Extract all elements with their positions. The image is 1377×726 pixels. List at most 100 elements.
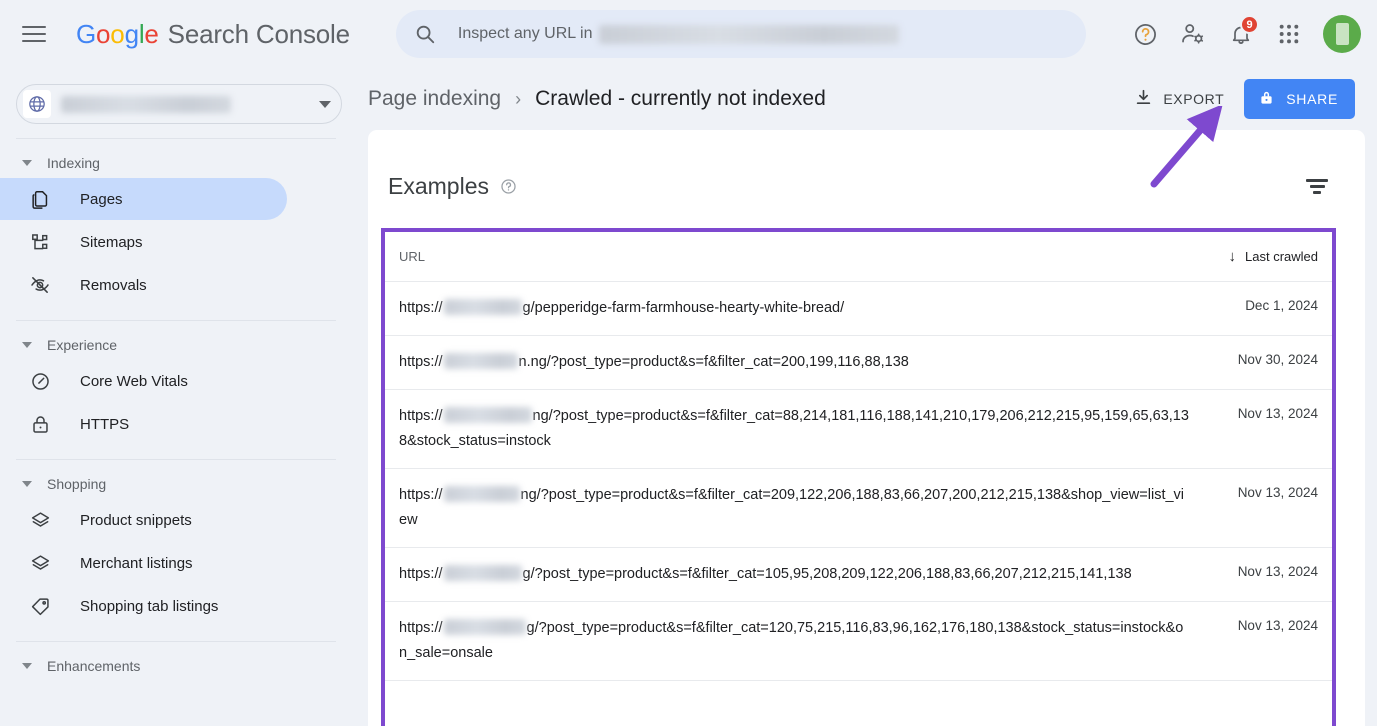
sidebar-group-label: Experience [47, 337, 118, 353]
page-header: Page indexing › Crawled - currently not … [360, 68, 1365, 130]
chevron-down-icon [22, 663, 32, 669]
sidebar-item-merchant-listings[interactable]: Merchant listings [0, 542, 287, 584]
sidebar-item-shopping-tab-listings[interactable]: Shopping tab listings [0, 585, 287, 627]
layers-icon [28, 508, 52, 532]
column-header-last-crawled[interactable]: ↓ Last crawled [1229, 248, 1318, 265]
help-circle-icon[interactable] [500, 178, 517, 195]
cell-last-crawled: Dec 1, 2024 [1245, 298, 1318, 313]
export-button[interactable]: EXPORT [1124, 80, 1234, 118]
sidebar-group-experience[interactable]: Experience [0, 331, 360, 359]
search-input[interactable]: Inspect any URL in [395, 10, 1086, 58]
sidebar-group-label: Enhancements [47, 658, 141, 674]
breadcrumb-separator: › [515, 88, 522, 109]
hamburger-menu-icon[interactable] [22, 18, 54, 50]
column-header-label: Last crawled [1245, 249, 1318, 264]
tag-icon [28, 594, 52, 618]
url-path: g/?post_type=product&s=f&filter_cat=105,… [522, 566, 1132, 582]
sidebar-item-core-web-vitals[interactable]: Core Web Vitals [0, 360, 287, 402]
search-placeholder-text: Inspect any URL in [457, 25, 593, 42]
divider [16, 138, 336, 139]
table-row[interactable]: https://g/?post_type=product&s=f&filter_… [385, 602, 1332, 681]
column-header-url[interactable]: URL [399, 249, 425, 264]
sidebar-item-sitemaps[interactable]: Sitemaps [0, 221, 287, 263]
notification-badge: 9 [1240, 15, 1259, 34]
redacted-domain [443, 486, 520, 502]
sidebar-item-removals[interactable]: Removals [0, 264, 287, 306]
logo-letter: o [96, 18, 111, 49]
avatar[interactable] [1323, 15, 1361, 53]
help-circle-icon[interactable] [1123, 12, 1167, 56]
url-path: g/pepperidge-farm-farmhouse-hearty-white… [522, 300, 845, 316]
cell-url[interactable]: https://ng/?post_type=product&s=f&filter… [399, 390, 1189, 468]
sidebar-item-pages[interactable]: Pages [0, 178, 287, 220]
logo-letter: G [76, 18, 97, 49]
examples-title: Examples [388, 172, 489, 199]
apps-grid-icon[interactable] [1267, 12, 1311, 56]
examples-card-header: Examples [368, 130, 1365, 208]
main-content: Page indexing › Crawled - currently not … [360, 68, 1377, 726]
product-name: Search Console [167, 18, 350, 49]
top-app-bar: Google Search Console Inspect any URL in [0, 0, 1377, 68]
property-selector[interactable] [16, 84, 342, 124]
page-title: Crawled - currently not indexed [535, 87, 826, 110]
sidebar-item-label: Sitemaps [80, 233, 143, 251]
examples-card: Examples URL ↓ Last crawled https:// g/p… [368, 130, 1365, 726]
cell-last-crawled: Nov 13, 2024 [1237, 485, 1318, 500]
table-row[interactable]: https://ng/?post_type=product&s=f&filter… [385, 469, 1332, 548]
table-row[interactable]: https://ng/?post_type=product&s=f&filter… [385, 390, 1332, 469]
sidebar-item-label: Merchant listings [80, 554, 193, 572]
sidebar-navigation: Indexing Pages Sitemaps Removals Experie… [0, 68, 360, 726]
chevron-down-icon [22, 342, 32, 348]
user-settings-icon[interactable] [1171, 12, 1215, 56]
download-icon [1134, 88, 1153, 110]
cell-last-crawled: Nov 13, 2024 [1237, 564, 1318, 579]
logo-letter: o [110, 18, 125, 49]
layers-icon [28, 551, 52, 575]
pages-icon [28, 187, 52, 211]
eye-off-icon [28, 273, 52, 297]
table-header-row: URL ↓ Last crawled [385, 232, 1332, 282]
url-prefix: https:// [399, 408, 443, 424]
sidebar-item-product-snippets[interactable]: Product snippets [0, 499, 287, 541]
bell-icon[interactable]: 9 [1219, 12, 1263, 56]
cell-last-crawled: Nov 13, 2024 [1237, 618, 1318, 633]
cell-url[interactable]: https://g/?post_type=product&s=f&filter_… [399, 602, 1189, 680]
divider [16, 641, 336, 642]
cell-url[interactable]: https:// g/?post_type=product&s=f&filter_… [399, 548, 1132, 601]
globe-icon [23, 90, 51, 118]
share-button[interactable]: SHARE [1244, 79, 1355, 119]
sidebar-item-label: Shopping tab listings [80, 597, 219, 615]
sidebar-item-https[interactable]: HTTPS [0, 403, 287, 445]
sidebar-group-shopping[interactable]: Shopping [0, 470, 360, 498]
url-prefix: https:// [399, 620, 443, 636]
redacted-domain [599, 24, 900, 44]
examples-table: URL ↓ Last crawled https:// g/pepperidge-… [381, 228, 1336, 726]
examples-table-zone: URL ↓ Last crawled https:// g/pepperidge-… [368, 208, 1365, 726]
divider [16, 459, 336, 460]
sidebar-item-label: Product snippets [80, 511, 192, 529]
cell-url[interactable]: https:// g/pepperidge-farm-farmhouse-hear… [399, 282, 844, 335]
breadcrumb-parent[interactable]: Page indexing [368, 87, 501, 111]
table-row[interactable]: https:// g/pepperidge-farm-farmhouse-hear… [385, 282, 1332, 336]
top-bar-actions: 9 [1123, 12, 1361, 56]
url-prefix: https:// [399, 566, 443, 582]
sidebar-group-enhancements[interactable]: Enhancements [0, 652, 360, 680]
chevron-down-icon [22, 481, 32, 487]
cell-last-crawled: Nov 13, 2024 [1237, 406, 1318, 421]
redacted-domain [443, 565, 522, 581]
chevron-down-icon [319, 100, 331, 108]
table-row[interactable]: https:// g/?post_type=product&s=f&filter_… [385, 548, 1332, 602]
filter-icon[interactable] [1303, 178, 1331, 194]
url-inspection-search: Inspect any URL in [395, 10, 1086, 58]
table-row[interactable]: https:// n.ng/?post_type=product&s=f&filt… [385, 336, 1332, 390]
cell-last-crawled: Nov 30, 2024 [1237, 352, 1318, 367]
logo-letter: g [124, 18, 139, 49]
logo-letter: e [144, 18, 159, 49]
url-prefix: https:// [399, 300, 443, 316]
sidebar-item-label: HTTPS [80, 415, 130, 433]
sidebar-group-indexing[interactable]: Indexing [0, 149, 360, 177]
cell-url[interactable]: https:// n.ng/?post_type=product&s=f&filt… [399, 336, 909, 389]
cell-url[interactable]: https://ng/?post_type=product&s=f&filter… [399, 469, 1189, 547]
export-label: EXPORT [1163, 91, 1225, 107]
redacted-domain [443, 619, 526, 635]
